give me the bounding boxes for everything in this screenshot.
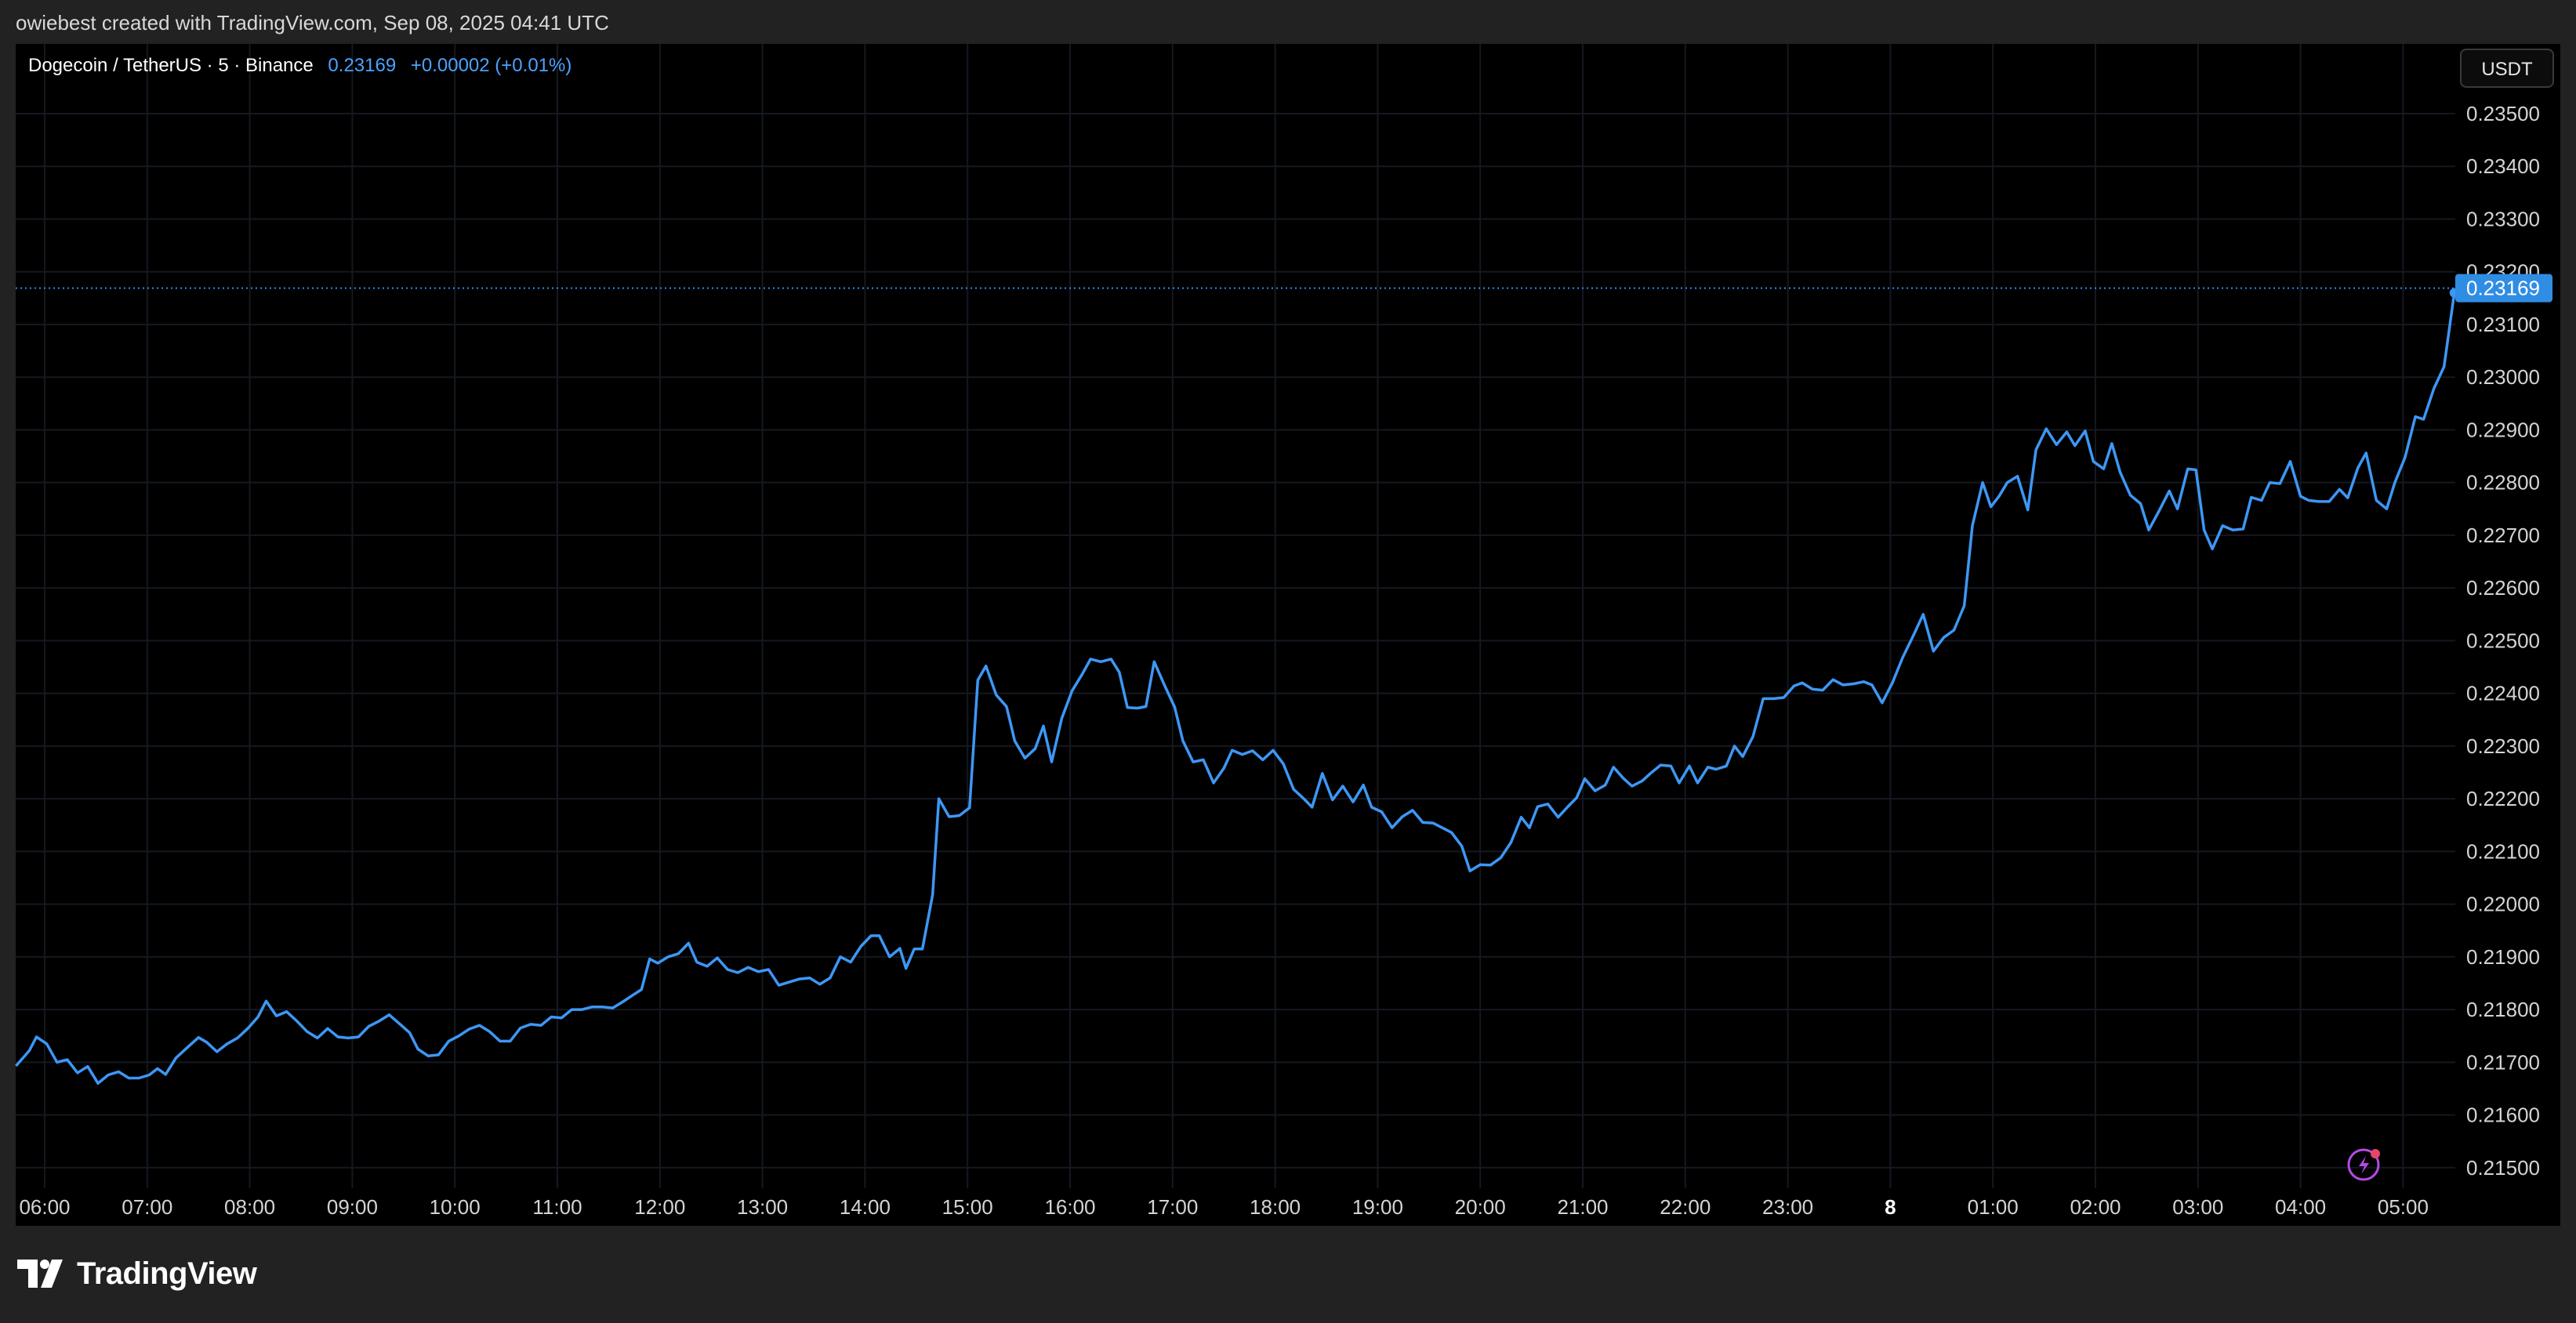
symbol-name: Dogecoin / TetherUS · 5 · Binance	[28, 55, 314, 76]
y-tick-label: 0.22000	[2466, 893, 2540, 916]
x-tick-label: 08:00	[224, 1195, 275, 1219]
legend-price: 0.23169	[328, 55, 397, 76]
current-price-tag: 0.23169	[2455, 274, 2552, 303]
footer	[0, 1226, 2576, 1323]
price-series-line	[15, 292, 2456, 1085]
y-tick-label: 0.21500	[2466, 1156, 2540, 1180]
x-tick-label: 01:00	[1968, 1195, 2019, 1219]
x-tick-label: 8	[1885, 1195, 1896, 1219]
x-tick-label: 13:00	[737, 1195, 788, 1219]
y-tick-label: 0.21800	[2466, 998, 2540, 1021]
y-tick-label: 0.22900	[2466, 418, 2540, 441]
x-tick-label: 20:00	[1455, 1195, 1506, 1219]
legend-change: +0.00002 (+0.01%)	[410, 55, 572, 76]
grid-lines	[16, 44, 2455, 1188]
y-tick-label: 0.22400	[2466, 682, 2540, 705]
y-tick-label: 0.22600	[2466, 576, 2540, 600]
y-tick-label: 0.22100	[2466, 839, 2540, 863]
notification-dot	[2371, 1149, 2380, 1158]
x-tick-label: 09:00	[327, 1195, 378, 1219]
time-axis: 06:00 07:00 08:00 09:00 10:00 11:00 12:00 13:00…	[19, 1195, 2428, 1219]
x-tick-label: 23:00	[1762, 1195, 1813, 1219]
y-tick-label: 0.22300	[2466, 734, 2540, 758]
x-tick-label: 18:00	[1250, 1195, 1301, 1219]
y-tick-label: 0.22800	[2466, 471, 2540, 495]
y-tick-label: 0.22500	[2466, 629, 2540, 652]
tradingview-wordmark: TradingView	[77, 1256, 257, 1291]
tradingview-logo-icon	[17, 1260, 63, 1288]
y-tick-label: 0.23000	[2466, 365, 2540, 389]
x-tick-label: 16:00	[1044, 1195, 1095, 1219]
x-tick-label: 15:00	[942, 1195, 993, 1219]
x-tick-label: 17:00	[1147, 1195, 1198, 1219]
x-tick-label: 05:00	[2378, 1195, 2429, 1219]
y-tick-label: 0.23300	[2466, 207, 2540, 230]
x-tick-label: 03:00	[2172, 1195, 2223, 1219]
x-tick-label: 19:00	[1352, 1195, 1403, 1219]
y-tick-label: 0.23400	[2466, 154, 2540, 178]
y-tick-label: 0.22700	[2466, 524, 2540, 547]
alert-icon[interactable]	[2347, 1148, 2380, 1181]
current-price-tag-label: 0.23169	[2466, 277, 2540, 300]
y-tick-label: 0.21900	[2466, 945, 2540, 969]
x-tick-label: 06:00	[19, 1195, 70, 1219]
y-tick-label: 0.21700	[2466, 1050, 2540, 1074]
y-tick-label: 0.23500	[2466, 102, 2540, 125]
lightning-icon	[2359, 1156, 2369, 1174]
x-tick-label: 07:00	[122, 1195, 172, 1219]
x-tick-label: 22:00	[1660, 1195, 1711, 1219]
y-tick-label: 0.22200	[2466, 787, 2540, 810]
currency-button[interactable]: USDT	[2460, 49, 2554, 88]
price-chart[interactable]: 06:00 07:00 08:00 09:00 10:00 11:00 12:00 13:00…	[0, 0, 2576, 1323]
tradingview-logo[interactable]: TradingView	[17, 1254, 257, 1293]
x-tick-label: 12:00	[634, 1195, 685, 1219]
x-tick-label: 04:00	[2275, 1195, 2326, 1219]
x-tick-label: 02:00	[2070, 1195, 2121, 1219]
price-axis: 0.235000.234000.233000.232000.231000.230…	[2466, 102, 2540, 1180]
x-tick-label: 10:00	[430, 1195, 481, 1219]
symbol-legend[interactable]: Dogecoin / TetherUS · 5 · Binance 0.2316…	[28, 55, 571, 77]
y-tick-label: 0.23100	[2466, 313, 2540, 336]
y-tick-label: 0.21600	[2466, 1104, 2540, 1127]
x-tick-label: 21:00	[1557, 1195, 1608, 1219]
x-tick-label: 11:00	[532, 1195, 582, 1219]
x-tick-label: 14:00	[840, 1195, 891, 1219]
